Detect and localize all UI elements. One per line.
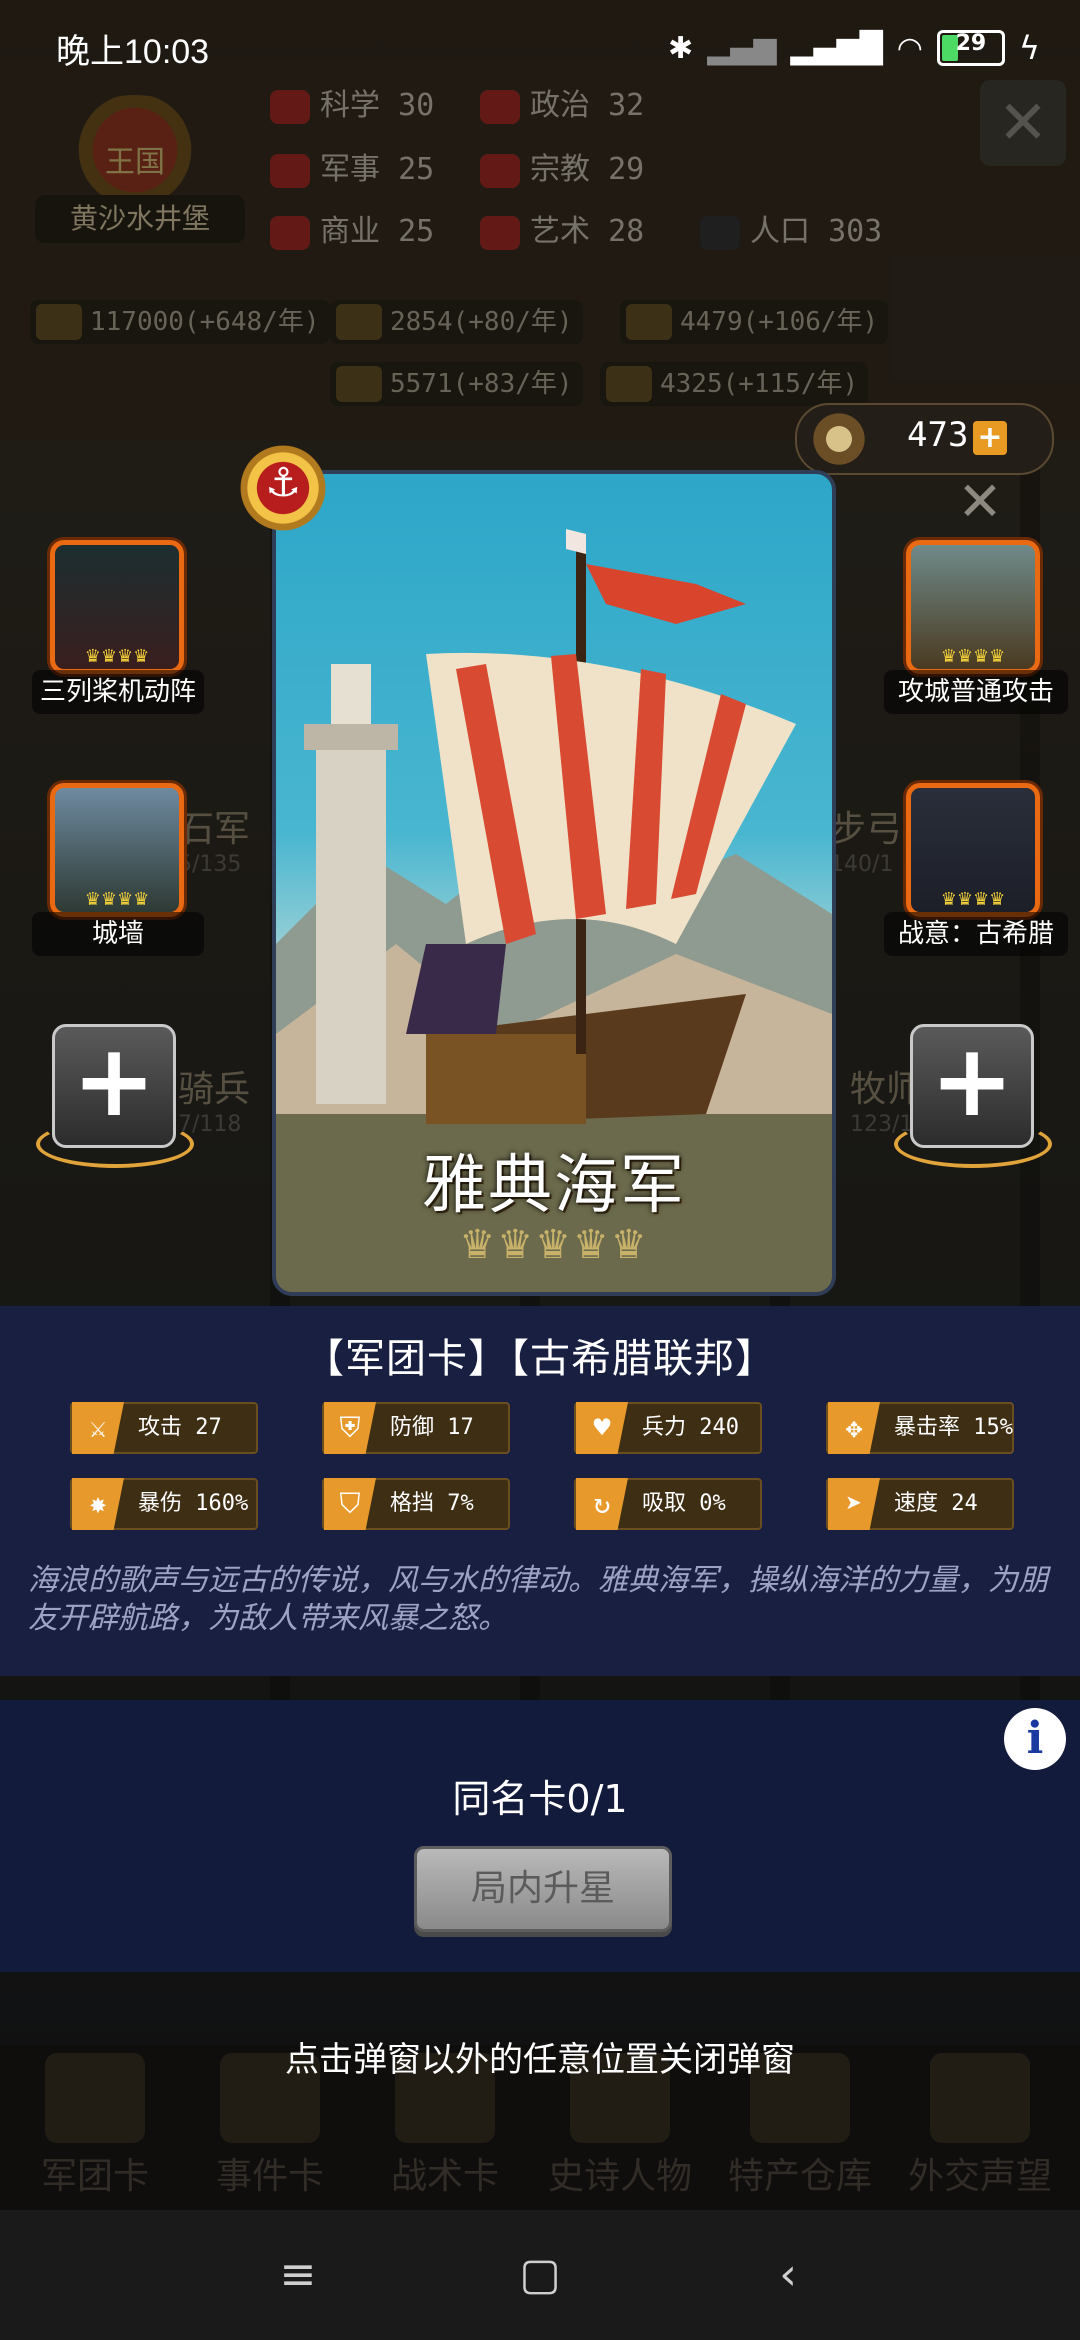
parry-icon: ⛉ [324,1478,376,1530]
add-currency-button[interactable]: + [973,421,1007,455]
card-star-rating: ♛♛♛♛♛ [459,1222,649,1268]
anchor-badge-icon: ⚓ [235,440,331,536]
heart-icon: ♥ [576,1402,628,1454]
stat-crit-damage: ✸ 暴伤 160% [70,1478,258,1530]
skill-crowns: ♛♛♛♛ [84,646,150,667]
skill-label: 战意：古希腊 [884,912,1068,956]
skill-label: 城墙 [32,912,204,956]
battery-icon: 29 [936,30,1005,66]
skill-label: 攻城普通攻击 [884,670,1068,714]
stat-speed: ➤ 速度 24 [826,1478,1014,1530]
currency-amount: 473 [907,415,969,455]
stat-crit-rate: ✥ 暴击率 15% [826,1402,1014,1454]
skill-slot-war-spirit[interactable]: ♛♛♛♛ [906,783,1040,917]
info-icon[interactable]: i [1004,1708,1066,1770]
close-hint: 点击弹窗以外的任意位置关闭弹窗 [285,2040,795,2080]
card-description: 海浪的歌声与远古的传说，风与水的律动。雅典海军，操纵海洋的力量，为朋友开辟航路，… [28,1563,1048,1636]
card-tags: 【军团卡】【古希腊联邦】 [304,1336,776,1382]
drain-icon: ↻ [576,1478,628,1530]
charging-icon: ϟ [1018,29,1040,67]
skill-crowns: ♛♛♛♛ [940,646,1006,667]
skill-crowns: ♛♛♛♛ [84,889,150,910]
card-info-panel: 【军团卡】【古希腊联邦】 ⚔ 攻击 27 ⛨ 防御 17 ♥ 兵力 240 ✥ 暴击率 … [0,1306,1080,1676]
status-icons: ✱ ▂▄▆ ▂▄▆█ ◠ 29 ϟ [668,24,1040,72]
status-time: 晚上10:03 [56,33,210,71]
skill-slot-trireme[interactable]: ♛♛♛♛ [50,540,184,674]
skill-crowns: ♛♛♛♛ [940,889,1006,910]
back-icon[interactable]: ‹ [758,2245,818,2305]
add-skill-button[interactable]: + [52,1024,176,1148]
burst-icon: ✸ [72,1478,124,1530]
system-nav-bar: ≡ ▢ ‹ [0,2210,1080,2340]
sword-icon: ⚔ [72,1402,124,1454]
crosshair-icon: ✥ [828,1402,880,1454]
skill-slot-siege-attack[interactable]: ♛♛♛♛ [906,540,1040,674]
currency-display: 473 + [795,403,1054,475]
unit-card: 雅典海军 ♛♛♛♛♛ [272,470,836,1296]
menu-icon[interactable]: ≡ [268,2245,328,2305]
stat-troops: ♥ 兵力 240 [574,1402,762,1454]
status-bar: 晚上10:03 ✱ ▂▄▆ ▂▄▆█ ◠ 29 ϟ [0,0,1080,96]
wifi-icon: ◠ [896,30,923,66]
stat-lifesteal: ↻ 吸取 0% [574,1478,762,1530]
stat-block: ⛉ 格挡 7% [322,1478,510,1530]
signal-hd-icon: ▂▄▆█ [790,30,883,66]
add-skill-button[interactable]: + [910,1024,1034,1148]
stat-defense: ⛨ 防御 17 [322,1402,510,1454]
signal-icon: ▂▄▆ [707,30,777,66]
close-icon[interactable]: ✕ [948,470,1012,534]
boot-icon: ➤ [828,1478,880,1530]
duplicate-card-count: 同名卡0/1 [452,1777,628,1821]
bluetooth-icon: ✱ [668,30,694,66]
card-name: 雅典海军 [422,1149,686,1223]
shield-icon: ⛨ [324,1402,376,1454]
skill-slot-wall[interactable]: ♛♛♛♛ [50,783,184,917]
home-icon[interactable]: ▢ [510,2245,570,2305]
star-up-button[interactable]: 局内升星 [414,1846,672,1932]
stat-attack: ⚔ 攻击 27 [70,1402,258,1454]
eagle-emblem-icon [809,409,869,469]
skill-label: 三列桨机动阵 [32,670,204,714]
